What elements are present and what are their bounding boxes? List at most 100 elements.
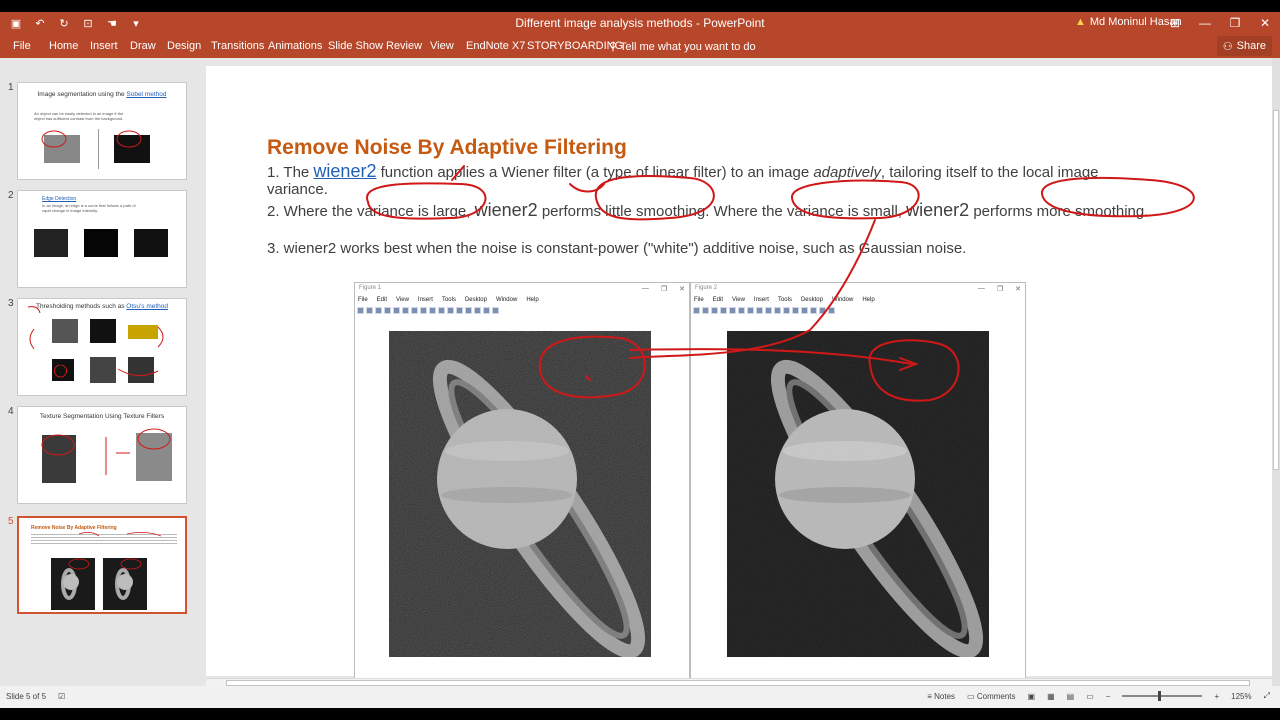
lightbulb-icon: ⚲ xyxy=(609,41,618,53)
status-bar: Slide 5 of 5 ☑ ≡ Notes ▭ Comments ▣ ▦ ▤ … xyxy=(0,686,1280,708)
slide-thumbnails-pane: 1 Image segmentation using the Sobel met… xyxy=(0,58,200,686)
tab-file[interactable]: File xyxy=(13,40,31,52)
thumbnail-slide-2[interactable]: 2 Edge Detection In an image, an edge is… xyxy=(8,190,188,288)
bullet-2[interactable]: 2. Where the variance is large, wiener2 … xyxy=(267,200,1148,221)
comments-label: Comments xyxy=(976,691,1016,701)
slide-sorter-icon[interactable]: ▦ xyxy=(1047,692,1055,701)
restore-button[interactable]: ❐ xyxy=(1220,12,1250,34)
figure-toolbar[interactable] xyxy=(357,307,499,314)
figure-2-window[interactable]: Figure 2 — ❐ ✕ File Edit View Insert Tools… xyxy=(690,282,1026,682)
fit-to-window-icon[interactable]: ⤢ xyxy=(1264,691,1270,701)
zoom-in-button[interactable]: + xyxy=(1214,692,1219,701)
menu-desktop[interactable]: Desktop xyxy=(465,297,487,303)
tab-transitions[interactable]: Transitions xyxy=(211,40,264,52)
figure-menu: File Edit View Insert Tools Desktop Wind… xyxy=(358,297,539,303)
notes-icon: ≡ xyxy=(927,691,932,701)
reading-view-icon[interactable]: ▤ xyxy=(1067,692,1075,701)
menu-desktop[interactable]: Desktop xyxy=(801,297,823,303)
slide-canvas[interactable]: Remove Noise By Adaptive Filtering 1. Th… xyxy=(206,66,1272,682)
menu-file[interactable]: File xyxy=(694,297,704,303)
comments-button[interactable]: ▭ Comments xyxy=(967,692,1015,701)
slide-editor: Remove Noise By Adaptive Filtering 1. Th… xyxy=(200,58,1280,686)
saturn-filtered-image xyxy=(727,331,989,657)
normal-view-icon[interactable]: ▣ xyxy=(1028,692,1036,701)
ribbon-display-icon[interactable]: ⊞ xyxy=(1160,12,1190,34)
tab-review[interactable]: Review xyxy=(386,40,422,52)
menu-view[interactable]: View xyxy=(396,297,409,303)
share-label: Share xyxy=(1236,40,1266,52)
menu-window[interactable]: Window xyxy=(832,297,853,303)
thumbnail-image xyxy=(84,229,118,257)
tab-design[interactable]: Design xyxy=(167,40,201,52)
thumbnail-text: In an image, an edge is a curve that fol… xyxy=(42,203,136,213)
tab-view[interactable]: View xyxy=(430,40,454,52)
saturn-noisy-image xyxy=(389,331,651,657)
menu-insert[interactable]: Insert xyxy=(754,297,769,303)
tab-slide-show[interactable]: Slide Show xyxy=(328,40,383,52)
figure-title: Figure 2 xyxy=(695,285,718,291)
thumbnail-slide-4[interactable]: 4 Texture Segmentation Using Texture Fil… xyxy=(8,406,188,504)
figure-1-window[interactable]: Figure 1 — ❐ ✕ File Edit View Insert Tools… xyxy=(354,282,690,682)
figure-title: Figure 1 xyxy=(359,285,382,291)
zoom-level[interactable]: 125% xyxy=(1231,692,1251,701)
thumbnail-number: 1 xyxy=(8,82,14,93)
bullet-3[interactable]: 3. wiener2 works best when the noise is … xyxy=(267,240,966,257)
slideshow-icon[interactable]: ▭ xyxy=(1086,692,1094,701)
thumbnail-slide-1[interactable]: 1 Image segmentation using the Sobel met… xyxy=(8,82,188,180)
slide-title[interactable]: Remove Noise By Adaptive Filtering xyxy=(267,136,627,160)
person-icon: ⚇ xyxy=(1222,40,1233,53)
tab-insert[interactable]: Insert xyxy=(90,40,118,52)
slide-counter[interactable]: Slide 5 of 5 xyxy=(6,692,46,701)
horizontal-scrollbar[interactable] xyxy=(206,678,1272,686)
tell-me-box[interactable]: ⚲ Tell me what you want to do xyxy=(609,40,756,53)
title-bar: ▣ ↶ ↻ ⊡ ☚ ▾ Different image analysis met… xyxy=(0,12,1280,34)
notes-label: Notes xyxy=(934,691,956,701)
close-button[interactable]: ✕ xyxy=(1250,12,1280,34)
thumbnail-image xyxy=(134,229,168,257)
figure-toolbar[interactable] xyxy=(693,307,835,314)
vertical-scrollbar[interactable] xyxy=(1272,58,1280,686)
thumbnail-slide-5[interactable]: 5 Remove Noise By Adaptive Filtering xyxy=(8,516,188,614)
tell-me-label: Tell me what you want to do xyxy=(619,41,756,53)
minimize-button[interactable]: — xyxy=(1190,12,1220,34)
comment-icon: ▭ xyxy=(967,691,975,701)
tab-animations[interactable]: Animations xyxy=(268,40,322,52)
thumbnail-number: 4 xyxy=(8,406,14,417)
bullet-1[interactable]: 1. The wiener2 function applies a Wiener… xyxy=(267,161,1099,182)
menu-window[interactable]: Window xyxy=(496,297,517,303)
thumbnail-number: 2 xyxy=(8,190,14,201)
thumbnail-title: Edge Detection xyxy=(42,196,77,202)
notes-button[interactable]: ≡ Notes xyxy=(927,692,955,701)
thumbnail-image xyxy=(34,229,68,257)
figure-menu: File Edit View Insert Tools Desktop Wind… xyxy=(694,297,875,303)
menu-file[interactable]: File xyxy=(358,297,368,303)
figure-controls: — ❐ ✕ xyxy=(977,285,1021,293)
thumbnail-slide-3[interactable]: 3 Thresholding methods such as Otsu's me… xyxy=(8,298,188,396)
thumbnail-number: 3 xyxy=(8,298,14,309)
zoom-out-button[interactable]: − xyxy=(1106,692,1111,701)
tab-home[interactable]: Home xyxy=(49,40,78,52)
window-controls: ⊞ — ❐ ✕ xyxy=(1160,12,1280,34)
figure-controls: — ❐ ✕ xyxy=(641,285,685,293)
scroll-thumb[interactable] xyxy=(1273,110,1279,470)
ribbon-tabs: File Home Insert Draw Design Transitions… xyxy=(0,34,1280,58)
share-button[interactable]: ⚇ Share xyxy=(1216,36,1272,56)
menu-tools[interactable]: Tools xyxy=(442,297,456,303)
menu-edit[interactable]: Edit xyxy=(713,297,723,303)
zoom-slider[interactable] xyxy=(1122,691,1203,701)
wiener2-link[interactable]: wiener2 xyxy=(313,161,376,181)
menu-help[interactable]: Help xyxy=(862,297,874,303)
menu-edit[interactable]: Edit xyxy=(377,297,387,303)
tab-draw[interactable]: Draw xyxy=(130,40,156,52)
menu-view[interactable]: View xyxy=(732,297,745,303)
zoom-slider-thumb[interactable] xyxy=(1158,691,1162,701)
powerpoint-window: ▣ ↶ ↻ ⊡ ☚ ▾ Different image analysis met… xyxy=(0,12,1280,708)
menu-tools[interactable]: Tools xyxy=(778,297,792,303)
thumbnail-number: 5 xyxy=(8,516,14,527)
tab-endnote[interactable]: EndNote X7 xyxy=(466,40,525,52)
menu-help[interactable]: Help xyxy=(526,297,538,303)
warning-icon: ▲ xyxy=(1075,16,1086,28)
spellcheck-icon[interactable]: ☑ xyxy=(58,692,65,701)
bullet-1-cont[interactable]: variance. xyxy=(267,181,328,198)
menu-insert[interactable]: Insert xyxy=(418,297,433,303)
